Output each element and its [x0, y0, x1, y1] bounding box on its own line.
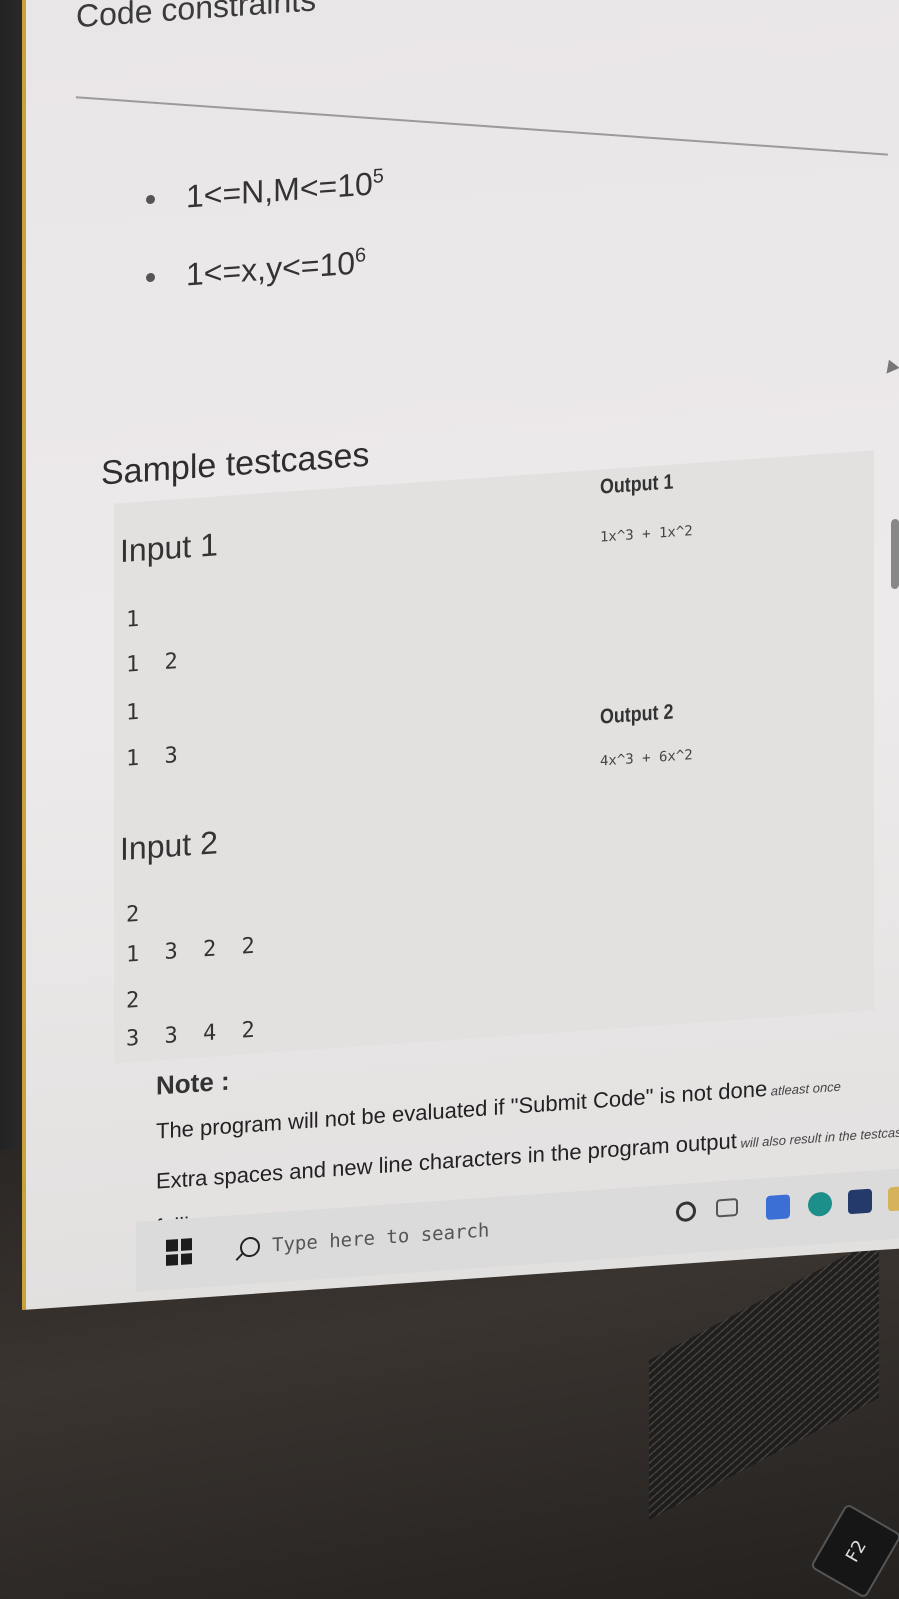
note-text-small: atleast once	[767, 1078, 841, 1099]
constraint-exponent: 6	[355, 244, 367, 268]
constraints-list: 1<=N,M<=105 1<=x,y<=106	[146, 165, 384, 338]
output-value: 1x^3 + 1x^2	[600, 523, 693, 546]
output-label: Output 2	[600, 700, 674, 729]
input-line: 1 3 2 2	[126, 933, 261, 968]
testcase-panel-1: Input 1 1 1 2 1 1 3 Output 1 1x^3 + 1x^2	[114, 450, 874, 804]
input-line: 1	[126, 606, 146, 633]
input-label: Input 2	[120, 824, 218, 868]
search-icon	[240, 1236, 260, 1258]
input-line: 1 2	[126, 648, 184, 678]
app-icon[interactable]	[848, 1188, 872, 1215]
output-label: Output 1	[600, 470, 674, 499]
search-placeholder: Type here to search	[272, 1219, 490, 1257]
page-content: Code constraints 1<=N,M<=105 1<=x,y<=106…	[26, 0, 899, 1240]
speaker-vent	[649, 1237, 879, 1521]
input-line: 3 3 4 2	[126, 1017, 261, 1052]
constraint-exponent: 5	[372, 165, 384, 188]
note-title: Note :	[156, 1065, 230, 1101]
note-text-small: will also result in the testcase	[736, 1123, 899, 1152]
scrollbar-thumb[interactable]	[891, 518, 899, 590]
folder-icon[interactable]	[888, 1185, 899, 1212]
sample-testcases-heading: Sample testcases	[101, 435, 370, 493]
app-icon[interactable]	[766, 1194, 790, 1220]
testcase-panel-2: Input 2 2 1 3 2 2 2 3 3 4 2 Output 2 4x^…	[114, 700, 874, 1064]
cortana-icon[interactable]	[676, 1200, 696, 1223]
divider	[75, 96, 889, 156]
windows-logo-icon[interactable]	[166, 1238, 192, 1266]
input-label: Input 1	[120, 526, 218, 570]
constraint-text: 1<=N,M<=10	[186, 165, 373, 215]
constraint-item: 1<=x,y<=106	[146, 243, 384, 338]
input-line: 2	[126, 901, 146, 928]
input-line: 1	[126, 699, 146, 726]
input-line: 2	[126, 987, 146, 1014]
f2-key[interactable]: F2	[809, 1502, 899, 1599]
taskbar-search[interactable]: Type here to search	[224, 1202, 570, 1272]
constraints-heading: Code constraints	[76, 0, 317, 35]
edge-icon[interactable]	[808, 1191, 832, 1218]
screen: Code constraints 1<=N,M<=105 1<=x,y<=106…	[22, 0, 899, 1311]
input-line: 1 3	[126, 742, 184, 772]
mouse-cursor	[882, 356, 899, 374]
task-view-icon[interactable]	[716, 1197, 738, 1218]
